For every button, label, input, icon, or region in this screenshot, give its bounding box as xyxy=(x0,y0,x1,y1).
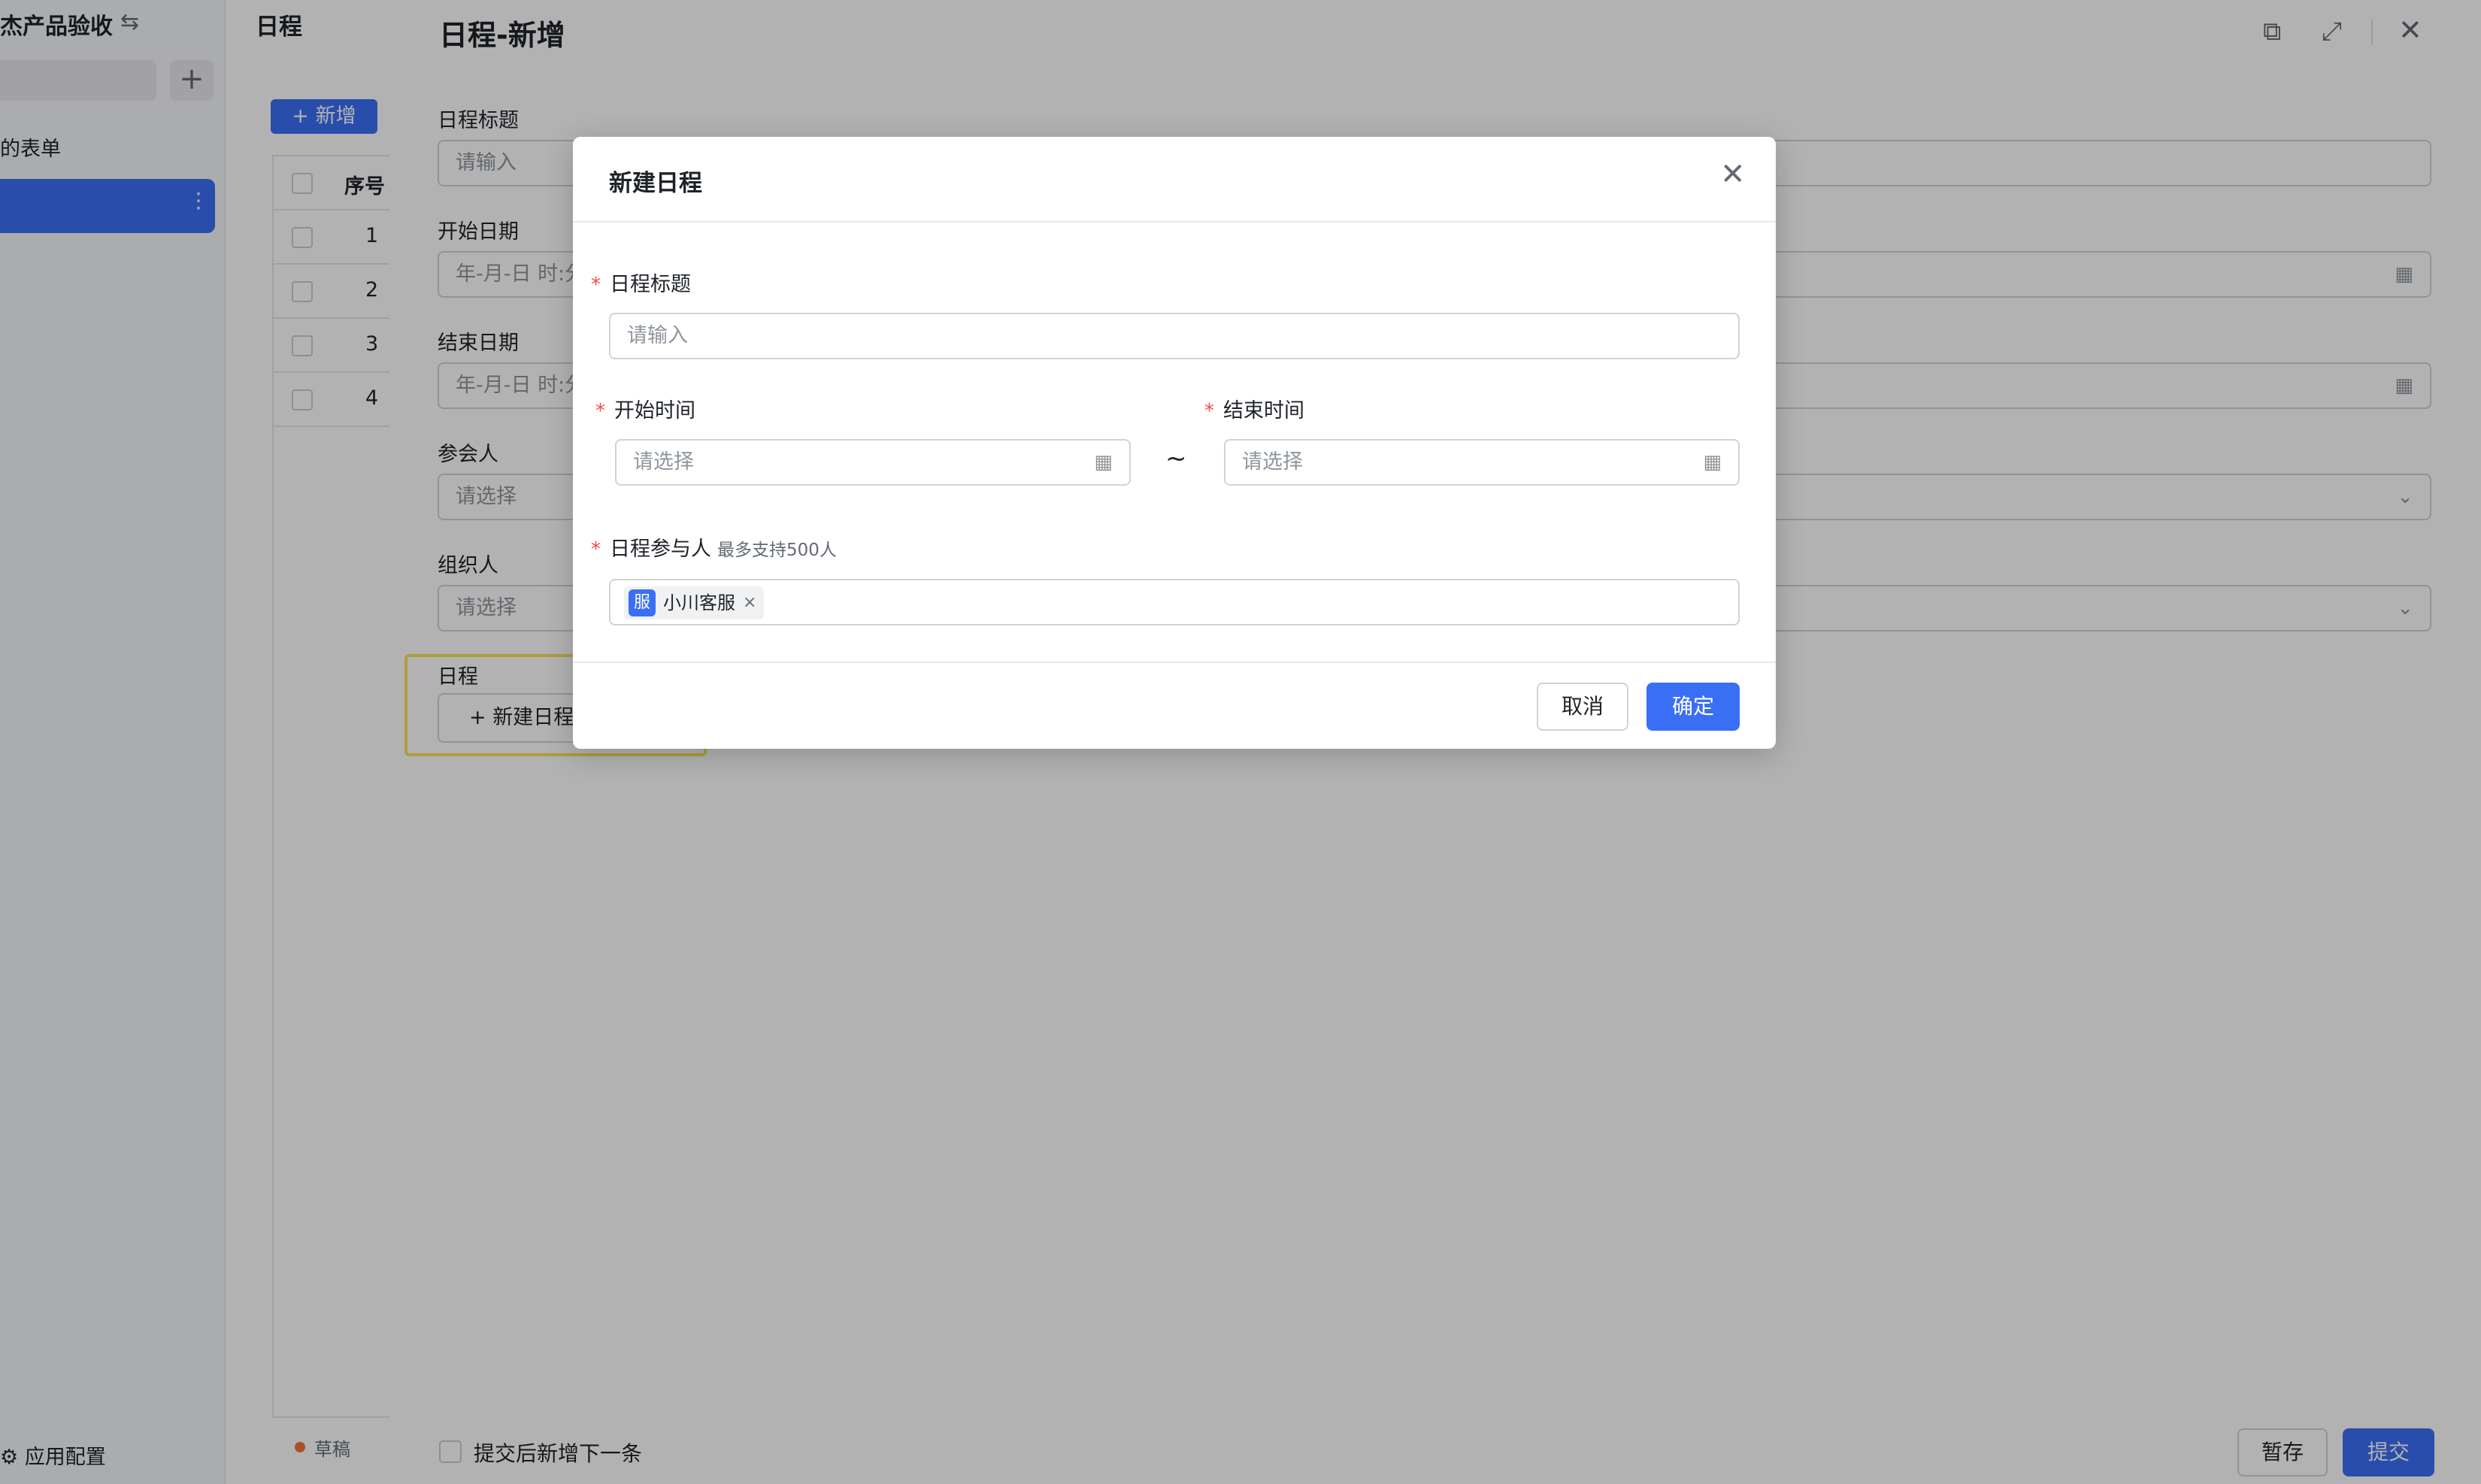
end-time-placeholder: 请选择 xyxy=(1242,450,1303,474)
required-mark: * xyxy=(1204,400,1214,422)
confirm-button[interactable]: 确定 xyxy=(1646,683,1740,731)
participants-label-text: 日程参与人 xyxy=(610,538,711,561)
required-mark: * xyxy=(591,274,601,296)
schedule-title-input[interactable]: 请输入 xyxy=(609,313,1740,359)
calendar-icon: ▦ xyxy=(1703,451,1722,474)
participant-tag: 服 小川客服 × xyxy=(624,586,765,619)
cancel-button[interactable]: 取消 xyxy=(1537,683,1628,731)
dialog-footer-divider xyxy=(573,662,1776,663)
new-schedule-dialog: 新建日程 ✕ * 日程标题 请输入 * 开始时间 请选择 ▦ ~ * 结束时间 请选择… xyxy=(573,137,1776,749)
participants-label: * 日程参与人 最多支持500人 xyxy=(591,532,837,562)
required-mark: * xyxy=(595,400,605,422)
start-time-placeholder: 请选择 xyxy=(633,450,694,474)
avatar: 服 xyxy=(629,589,656,616)
end-time-input[interactable]: 请选择 ▦ xyxy=(1224,439,1740,486)
schedule-title-label: * 日程标题 xyxy=(591,268,691,297)
required-mark: * xyxy=(591,538,601,561)
start-time-input[interactable]: 请选择 ▦ xyxy=(615,439,1131,486)
dialog-title: 新建日程 xyxy=(609,170,702,197)
close-icon[interactable]: ✕ xyxy=(1720,159,1746,189)
schedule-title-label-text: 日程标题 xyxy=(610,273,691,296)
end-time-label: * 结束时间 xyxy=(1204,394,1304,423)
end-time-label-text: 结束时间 xyxy=(1223,399,1304,422)
start-time-label-text: 开始时间 xyxy=(614,399,695,422)
dialog-header-divider xyxy=(573,221,1776,223)
calendar-icon: ▦ xyxy=(1094,451,1113,474)
participants-limit-hint: 最多支持500人 xyxy=(717,541,837,560)
range-separator: ~ xyxy=(1165,444,1187,474)
remove-tag-icon[interactable]: × xyxy=(743,581,756,625)
participants-select[interactable]: 服 小川客服 × xyxy=(609,579,1740,625)
start-time-label: * 开始时间 xyxy=(595,394,695,423)
participant-name: 小川客服 xyxy=(663,592,735,613)
